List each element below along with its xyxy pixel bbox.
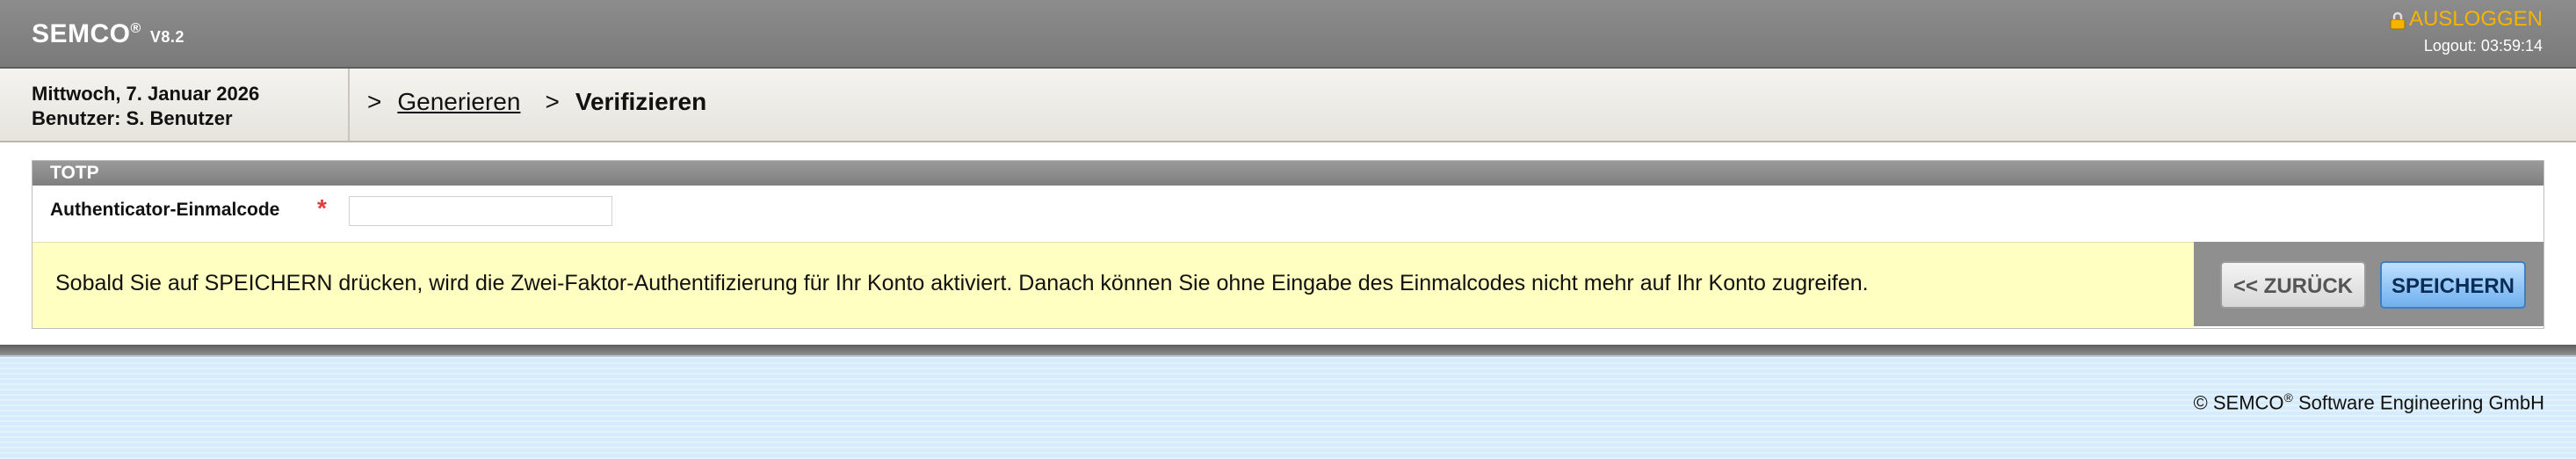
info-bar: Mittwoch, 7. Januar 2026 Benutzer: S. Be… bbox=[0, 69, 2576, 142]
breadcrumb-generieren-link[interactable]: Generieren bbox=[397, 88, 520, 116]
brand-registered-mark: ® bbox=[130, 21, 141, 36]
breadcrumb: > Generieren > Verifizieren bbox=[367, 88, 706, 116]
required-marker: * bbox=[317, 194, 327, 222]
logout-timer: Logout: 03:59:14 bbox=[2423, 37, 2543, 55]
app-version: V8.2 bbox=[149, 28, 185, 46]
top-bar: SEMCO® V8.2 AUSLOGGEN Logout: 03:59:14 bbox=[0, 0, 2576, 69]
current-date: Mittwoch, 7. Januar 2026 bbox=[32, 83, 260, 105]
otp-input[interactable] bbox=[349, 196, 612, 226]
footer: © SEMCO® Software Engineering GmbH bbox=[0, 355, 2576, 459]
copyright-prefix: © SEMCO bbox=[2193, 391, 2284, 414]
otp-field-row: Authenticator-Einmalcode * bbox=[33, 193, 2543, 228]
brand-name: SEMCO bbox=[32, 19, 131, 48]
otp-field-label: Authenticator-Einmalcode bbox=[50, 200, 280, 220]
breadcrumb-separator: > bbox=[545, 88, 560, 115]
brand-logo: SEMCO® V8.2 bbox=[32, 19, 185, 49]
session-info: Mittwoch, 7. Januar 2026 Benutzer: S. Be… bbox=[0, 69, 350, 141]
breadcrumb-current: Verifizieren bbox=[575, 88, 707, 115]
panel-title: TOTP bbox=[33, 161, 2543, 186]
copyright-suffix: Software Engineering GmbH bbox=[2292, 391, 2544, 414]
breadcrumb-separator: > bbox=[367, 88, 382, 115]
logout-label[interactable]: AUSLOGGEN bbox=[2409, 7, 2543, 32]
save-button[interactable]: SPEICHERN bbox=[2380, 261, 2526, 309]
action-bar: << ZURÜCK SPEICHERN bbox=[2194, 242, 2543, 326]
current-user: Benutzer: S. Benutzer bbox=[32, 107, 233, 129]
totp-panel: TOTP Authenticator-Einmalcode * Sobald S… bbox=[32, 160, 2544, 329]
notice-text: Sobald Sie auf SPEICHERN drücken, wird d… bbox=[55, 271, 1869, 295]
lock-icon bbox=[2388, 11, 2406, 30]
activation-notice: Sobald Sie auf SPEICHERN drücken, wird d… bbox=[33, 242, 2194, 327]
back-button[interactable]: << ZURÜCK bbox=[2220, 261, 2366, 309]
copyright-registered-mark: ® bbox=[2283, 390, 2293, 404]
logout-link[interactable]: AUSLOGGEN bbox=[2388, 7, 2543, 32]
copyright: © SEMCO® Software Engineering GmbH bbox=[2194, 390, 2544, 414]
